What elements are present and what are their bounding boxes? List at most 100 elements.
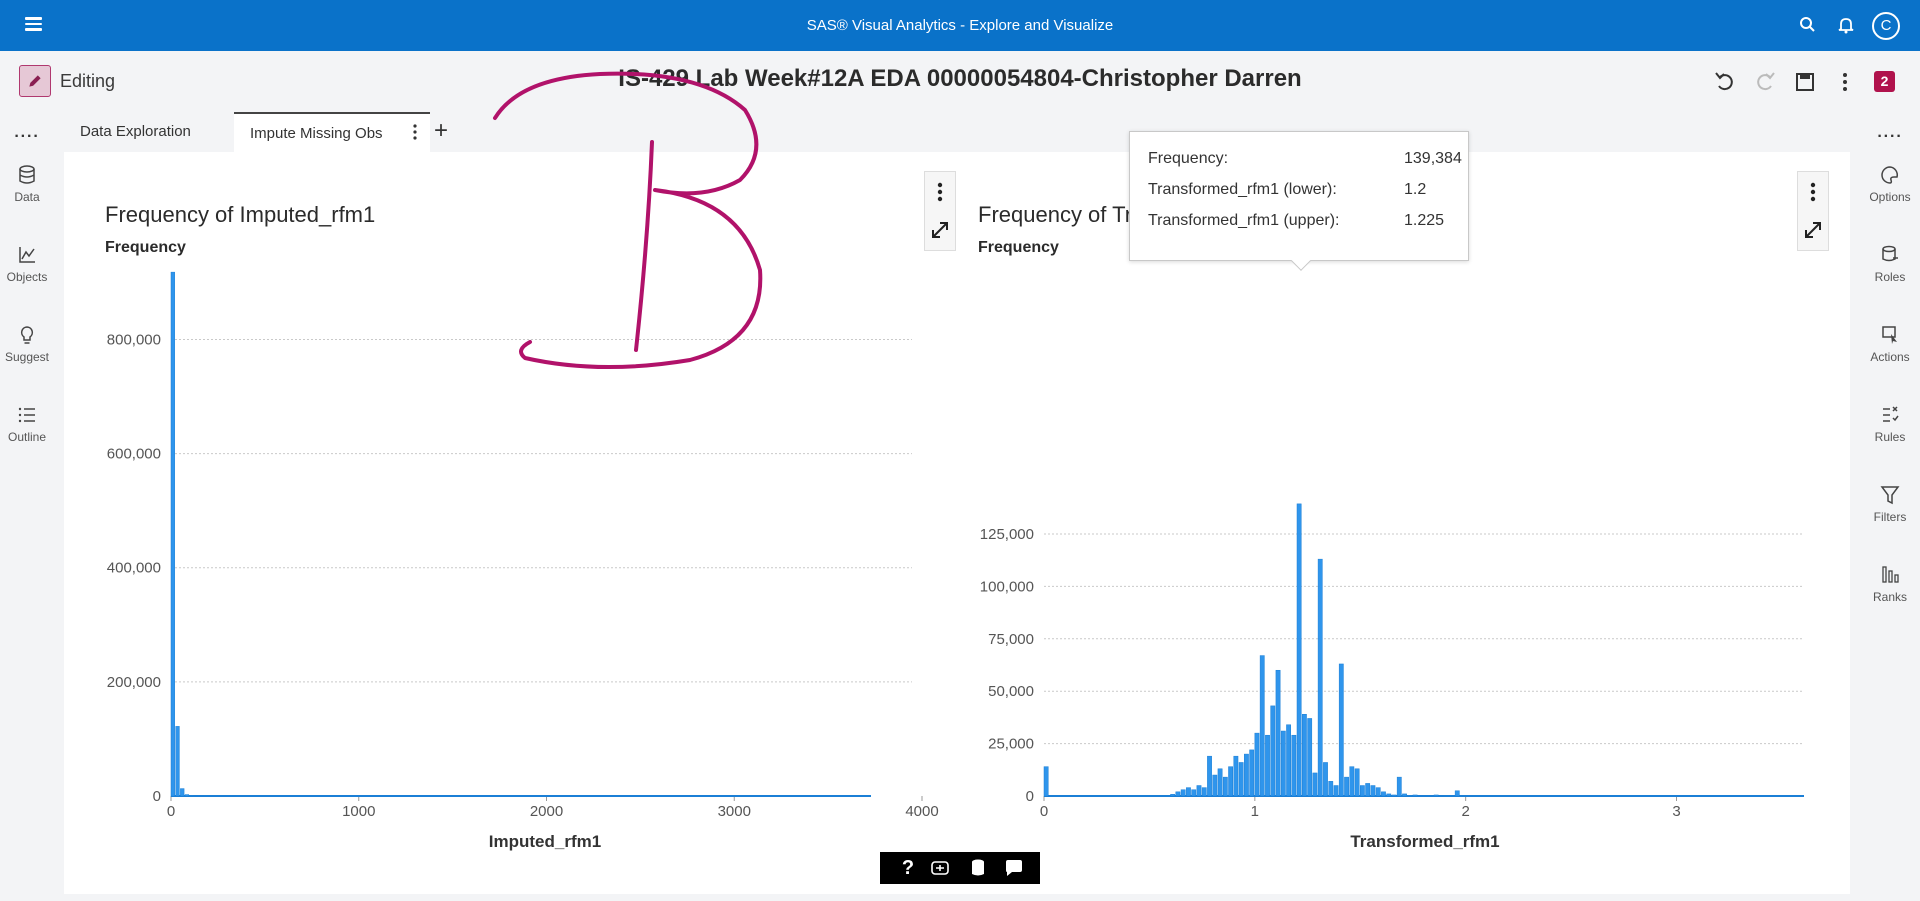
maximize-icon[interactable] xyxy=(1798,216,1828,244)
maximize-icon[interactable] xyxy=(925,216,955,244)
object-menu-icon[interactable] xyxy=(925,178,955,206)
histogram-bar xyxy=(1433,794,1439,797)
top-app-bar: SAS® Visual Analytics - Explore and Visu… xyxy=(0,0,1920,51)
help-icon[interactable]: ? xyxy=(896,856,920,880)
lightbulb-icon xyxy=(20,326,34,344)
rail-item-label: Actions xyxy=(1870,350,1910,364)
rail-item-outline[interactable]: Outline xyxy=(0,404,54,444)
histogram-bar xyxy=(1259,655,1265,797)
histogram-bar xyxy=(1365,783,1371,797)
object-toolbar xyxy=(924,171,956,251)
histogram-bar xyxy=(175,726,180,797)
bottom-toolbar: ? xyxy=(880,852,1040,884)
undo-icon[interactable] xyxy=(1712,69,1738,95)
y-tick-label: 0 xyxy=(1026,788,1034,805)
report-title[interactable]: IS-429 Lab Week#12A EDA 00000054804-Chri… xyxy=(0,65,1920,93)
x-tick-label: 1000 xyxy=(342,803,375,820)
histogram-bar xyxy=(1175,791,1181,797)
histogram-bar xyxy=(1201,787,1207,797)
histogram-bar xyxy=(1207,755,1212,797)
histogram-bar xyxy=(1391,794,1397,797)
data-icon[interactable] xyxy=(966,856,990,880)
histogram-transformed-rfm1[interactable]: 0 25,000 50,000 75,000 100,000 125,000 0 1 2 3 xyxy=(944,260,1844,820)
histogram-bar xyxy=(1043,766,1049,797)
y-tick-label: 25,000 xyxy=(988,736,1034,753)
histogram-bar xyxy=(1291,734,1297,797)
rail-item-roles[interactable]: Roles xyxy=(1860,244,1920,284)
search-icon[interactable] xyxy=(1797,14,1819,36)
x-axis-title: Transformed_rfm1 xyxy=(1350,832,1500,851)
chart-title: Frequency of Imputed_rfm1 xyxy=(105,202,376,227)
collapse-dots-icon[interactable]: ···· xyxy=(1860,128,1920,146)
histogram-bar xyxy=(1254,732,1260,797)
rail-item-label: Objects xyxy=(6,270,48,284)
histogram-bar xyxy=(1222,776,1228,797)
histogram-bar xyxy=(1238,762,1244,797)
histogram-bar xyxy=(1196,785,1202,797)
histogram-imputed-rfm1[interactable]: 0 200,000 400,000 600,000 800,000 0 1000 2000 30… xyxy=(64,260,944,820)
histogram-bar xyxy=(1396,776,1402,797)
rail-item-actions[interactable]: Actions xyxy=(1860,324,1920,364)
notification-badge[interactable]: 2 xyxy=(1874,71,1895,92)
tab-more-icon[interactable] xyxy=(408,122,422,142)
tooltip-upper-label: Transformed_rfm1 (upper): xyxy=(1148,212,1340,229)
tooltip-lower-value: 1.2 xyxy=(1404,181,1427,198)
list-icon xyxy=(18,407,35,423)
y-tick-label: 75,000 xyxy=(988,631,1034,648)
funnel-icon xyxy=(1880,486,1900,505)
histogram-bar xyxy=(1286,724,1291,797)
rail-item-rules[interactable]: Rules xyxy=(1860,404,1920,444)
bell-icon[interactable] xyxy=(1835,14,1857,36)
rail-item-options[interactable]: Options xyxy=(1860,164,1920,204)
y-tick-label: 0 xyxy=(153,788,161,805)
histogram-bar xyxy=(1307,718,1313,797)
y-tick-label: 400,000 xyxy=(107,560,161,577)
histogram-bar xyxy=(1333,785,1339,797)
collapse-dots-icon[interactable]: ···· xyxy=(0,128,54,146)
object-menu-icon[interactable] xyxy=(1798,178,1828,206)
add-page-button[interactable]: + xyxy=(434,117,448,145)
y-tick-label: 600,000 xyxy=(107,446,161,463)
histogram-bar xyxy=(1270,705,1276,797)
more-options-icon[interactable] xyxy=(1832,69,1858,95)
histogram-bar xyxy=(1338,663,1344,797)
histogram-bar xyxy=(1191,789,1197,797)
histogram-bar xyxy=(1381,791,1386,797)
bars-icon xyxy=(1882,566,1899,583)
histogram-bar xyxy=(1344,776,1349,797)
palette-icon xyxy=(1881,166,1899,184)
histogram-bar xyxy=(1354,768,1360,797)
histogram-bar xyxy=(1280,730,1286,797)
histogram-bar xyxy=(1244,753,1249,797)
histogram-bar xyxy=(1302,714,1307,797)
rail-item-filters[interactable]: Filters xyxy=(1860,484,1920,524)
accessibility-icon[interactable] xyxy=(928,856,952,880)
x-tick-label: 4000 xyxy=(905,803,938,820)
roles-icon xyxy=(1882,245,1898,262)
rail-item-objects[interactable]: Objects xyxy=(0,244,54,284)
histogram-bar xyxy=(1407,795,1413,797)
rail-item-ranks[interactable]: Ranks xyxy=(1860,564,1920,604)
redo-icon[interactable] xyxy=(1752,69,1778,95)
tab-impute-missing-obs[interactable]: Impute Missing Obs xyxy=(234,112,430,152)
rail-item-label: Outline xyxy=(7,430,47,444)
rail-item-data[interactable]: Data xyxy=(0,164,54,204)
object-toolbar xyxy=(1797,171,1829,251)
y-tick-label: 125,000 xyxy=(980,526,1034,543)
x-axis-title: Imputed_rfm1 xyxy=(488,832,602,851)
right-pane-rail: ···· Options Roles Actions Rules Filters… xyxy=(1860,112,1920,901)
rail-item-suggest[interactable]: Suggest xyxy=(0,324,54,364)
tooltip-frequency-label: Frequency: xyxy=(1148,150,1229,167)
user-avatar[interactable]: C xyxy=(1872,12,1900,40)
chat-icon[interactable] xyxy=(1002,856,1026,880)
tooltip-lower-label: Transformed_rfm1 (lower): xyxy=(1148,181,1337,198)
histogram-bar xyxy=(1412,794,1418,797)
line-chart-icon xyxy=(19,247,35,263)
left-pane-rail: ···· Data Objects Suggest Outline xyxy=(0,112,54,901)
y-axis-title: Frequency xyxy=(105,239,186,256)
tab-data-exploration[interactable]: Data Exploration xyxy=(64,112,234,152)
rail-item-label: Rules xyxy=(1874,430,1906,444)
save-icon[interactable] xyxy=(1792,69,1818,95)
histogram-bar xyxy=(1265,734,1270,797)
histogram-bar xyxy=(1275,669,1281,797)
